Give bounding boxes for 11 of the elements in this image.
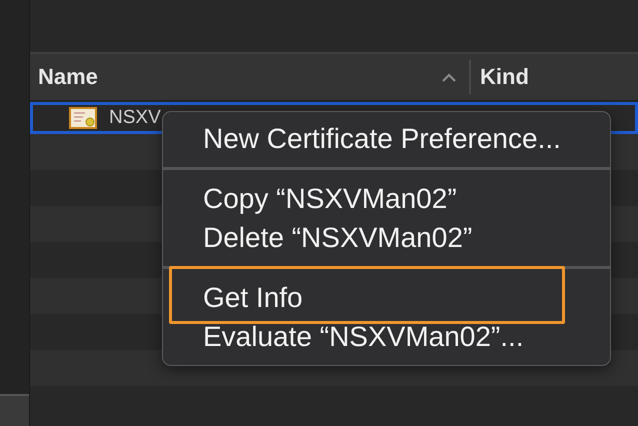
menu-item[interactable]: Evaluate “NSXVMan02”... bbox=[203, 321, 524, 352]
certificate-icon bbox=[69, 107, 97, 129]
menu-item[interactable]: New Certificate Preference... bbox=[203, 123, 561, 154]
menu-item[interactable]: Copy “NSXVMan02” bbox=[203, 183, 457, 214]
sidebar-footer bbox=[0, 394, 29, 426]
sort-caret-icon[interactable] bbox=[441, 72, 457, 82]
column-header[interactable]: Name bbox=[38, 64, 98, 90]
menu-item[interactable]: Delete “NSXVMan02” bbox=[203, 222, 472, 253]
certificate-name: NSXV bbox=[109, 107, 161, 129]
column-header[interactable]: Kind bbox=[480, 64, 529, 90]
menu-item[interactable]: Get Info bbox=[203, 282, 303, 313]
